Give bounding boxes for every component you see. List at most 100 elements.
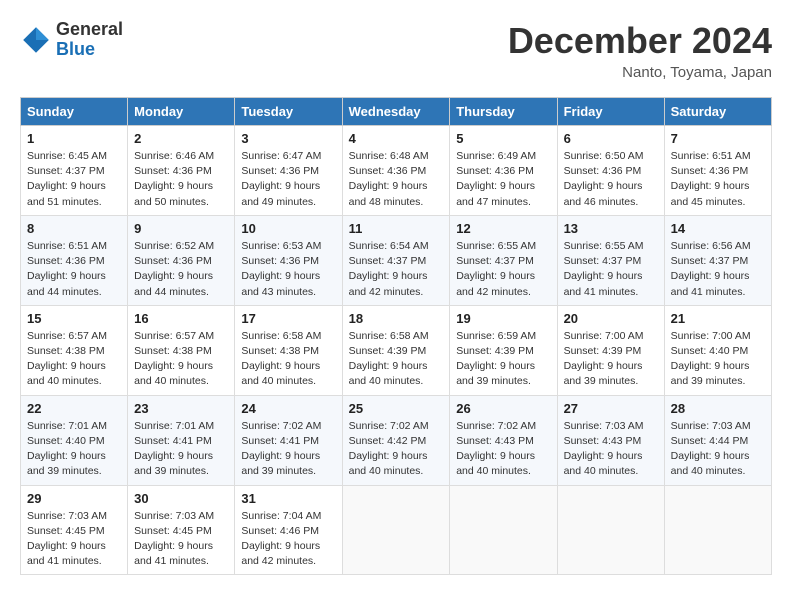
day-info: Sunrise: 6:46 AMSunset: 4:36 PMDaylight:… xyxy=(134,149,228,210)
day-info: Sunrise: 6:53 AMSunset: 4:36 PMDaylight:… xyxy=(241,239,335,300)
day-info: Sunrise: 6:49 AMSunset: 4:36 PMDaylight:… xyxy=(456,149,550,210)
day-number: 18 xyxy=(349,311,444,326)
day-info: Sunrise: 7:03 AMSunset: 4:44 PMDaylight:… xyxy=(671,419,765,480)
day-number: 17 xyxy=(241,311,335,326)
day-number: 6 xyxy=(564,131,658,146)
calendar-day-cell: 10 Sunrise: 6:53 AMSunset: 4:36 PMDayligh… xyxy=(235,215,342,305)
weekday-header: Friday xyxy=(557,98,664,126)
calendar-week-row: 1 Sunrise: 6:45 AMSunset: 4:37 PMDaylight… xyxy=(21,126,772,216)
day-number: 20 xyxy=(564,311,658,326)
day-number: 23 xyxy=(134,401,228,416)
day-number: 19 xyxy=(456,311,550,326)
calendar-week-row: 8Sunrise: 6:51 AMSunset: 4:36 PMDaylight… xyxy=(21,215,772,305)
calendar-day-cell: 17Sunrise: 6:58 AMSunset: 4:38 PMDayligh… xyxy=(235,305,342,395)
calendar-day-cell: 18 Sunrise: 6:58 AMSunset: 4:39 PMDayligh… xyxy=(342,305,450,395)
calendar-day-cell: 30Sunrise: 7:03 AMSunset: 4:45 PMDayligh… xyxy=(128,485,235,575)
calendar-header-row: SundayMondayTuesdayWednesdayThursdayFrid… xyxy=(21,98,772,126)
weekday-header: Tuesday xyxy=(235,98,342,126)
calendar-day-cell: 24 Sunrise: 7:02 AMSunset: 4:41 PMDayligh… xyxy=(235,395,342,485)
calendar-day-cell: 7Sunrise: 6:51 AMSunset: 4:36 PMDaylight… xyxy=(664,126,771,216)
logo: General Blue xyxy=(20,20,123,60)
page-header: General Blue December 2024 Nanto, Toyama… xyxy=(20,20,772,81)
day-number: 3 xyxy=(241,131,335,146)
day-info: Sunrise: 6:57 AMSunset: 4:38 PMDaylight:… xyxy=(134,329,228,390)
calendar-day-cell: 15 Sunrise: 6:57 AMSunset: 4:38 PMDayligh… xyxy=(21,305,128,395)
calendar-day-cell: 16 Sunrise: 6:57 AMSunset: 4:38 PMDayligh… xyxy=(128,305,235,395)
calendar-week-row: 29 Sunrise: 7:03 AMSunset: 4:45 PMDayligh… xyxy=(21,485,772,575)
day-info: Sunrise: 6:59 AMSunset: 4:39 PMDaylight:… xyxy=(456,329,550,390)
calendar-day-cell: 14Sunrise: 6:56 AMSunset: 4:37 PMDayligh… xyxy=(664,215,771,305)
day-number: 26 xyxy=(456,401,550,416)
day-number: 10 xyxy=(241,221,335,236)
calendar-day-cell: 4 Sunrise: 6:48 AMSunset: 4:36 PMDaylight… xyxy=(342,126,450,216)
day-info: Sunrise: 7:03 AMSunset: 4:43 PMDaylight:… xyxy=(564,419,658,480)
day-number: 25 xyxy=(349,401,444,416)
day-info: Sunrise: 7:00 AMSunset: 4:39 PMDaylight:… xyxy=(564,329,658,390)
day-number: 27 xyxy=(564,401,658,416)
day-number: 16 xyxy=(134,311,228,326)
day-number: 24 xyxy=(241,401,335,416)
calendar-day-cell: 28Sunrise: 7:03 AMSunset: 4:44 PMDayligh… xyxy=(664,395,771,485)
logo-icon xyxy=(20,24,52,56)
calendar-table: SundayMondayTuesdayWednesdayThursdayFrid… xyxy=(20,97,772,575)
location: Nanto, Toyama, Japan xyxy=(508,64,772,81)
day-info: Sunrise: 7:04 AMSunset: 4:46 PMDaylight:… xyxy=(241,509,335,570)
day-info: Sunrise: 7:02 AMSunset: 4:41 PMDaylight:… xyxy=(241,419,335,480)
calendar-day-cell: 5 Sunrise: 6:49 AMSunset: 4:36 PMDaylight… xyxy=(450,126,557,216)
weekday-header: Thursday xyxy=(450,98,557,126)
day-number: 30 xyxy=(134,491,228,506)
day-number: 11 xyxy=(349,221,444,236)
empty-cell xyxy=(664,485,771,575)
day-info: Sunrise: 6:45 AMSunset: 4:37 PMDaylight:… xyxy=(27,149,121,210)
calendar-day-cell: 12 Sunrise: 6:55 AMSunset: 4:37 PMDayligh… xyxy=(450,215,557,305)
day-info: Sunrise: 7:00 AMSunset: 4:40 PMDaylight:… xyxy=(671,329,765,390)
day-info: Sunrise: 6:58 AMSunset: 4:39 PMDaylight:… xyxy=(349,329,444,390)
day-info: Sunrise: 6:55 AMSunset: 4:37 PMDaylight:… xyxy=(456,239,550,300)
day-number: 12 xyxy=(456,221,550,236)
calendar-day-cell: 29 Sunrise: 7:03 AMSunset: 4:45 PMDayligh… xyxy=(21,485,128,575)
day-number: 22 xyxy=(27,401,121,416)
empty-cell xyxy=(342,485,450,575)
day-info: Sunrise: 6:48 AMSunset: 4:36 PMDaylight:… xyxy=(349,149,444,210)
weekday-header: Wednesday xyxy=(342,98,450,126)
calendar-week-row: 15 Sunrise: 6:57 AMSunset: 4:38 PMDayligh… xyxy=(21,305,772,395)
calendar-day-cell: 21 Sunrise: 7:00 AMSunset: 4:40 PMDayligh… xyxy=(664,305,771,395)
calendar-day-cell: 11Sunrise: 6:54 AMSunset: 4:37 PMDayligh… xyxy=(342,215,450,305)
day-info: Sunrise: 6:50 AMSunset: 4:36 PMDaylight:… xyxy=(564,149,658,210)
calendar-day-cell: 22Sunrise: 7:01 AMSunset: 4:40 PMDayligh… xyxy=(21,395,128,485)
day-number: 4 xyxy=(349,131,444,146)
weekday-header: Sunday xyxy=(21,98,128,126)
calendar-day-cell: 3 Sunrise: 6:47 AMSunset: 4:36 PMDaylight… xyxy=(235,126,342,216)
day-info: Sunrise: 7:02 AMSunset: 4:42 PMDaylight:… xyxy=(349,419,444,480)
day-info: Sunrise: 7:03 AMSunset: 4:45 PMDaylight:… xyxy=(27,509,121,570)
day-number: 1 xyxy=(27,131,121,146)
day-info: Sunrise: 6:52 AMSunset: 4:36 PMDaylight:… xyxy=(134,239,228,300)
calendar-day-cell: 6 Sunrise: 6:50 AMSunset: 4:36 PMDaylight… xyxy=(557,126,664,216)
calendar-day-cell: 23 Sunrise: 7:01 AMSunset: 4:41 PMDayligh… xyxy=(128,395,235,485)
calendar-day-cell: 13Sunrise: 6:55 AMSunset: 4:37 PMDayligh… xyxy=(557,215,664,305)
calendar-day-cell: 8Sunrise: 6:51 AMSunset: 4:36 PMDaylight… xyxy=(21,215,128,305)
day-info: Sunrise: 6:55 AMSunset: 4:37 PMDaylight:… xyxy=(564,239,658,300)
calendar-day-cell: 20 Sunrise: 7:00 AMSunset: 4:39 PMDayligh… xyxy=(557,305,664,395)
calendar-day-cell: 26 Sunrise: 7:02 AMSunset: 4:43 PMDayligh… xyxy=(450,395,557,485)
day-info: Sunrise: 6:57 AMSunset: 4:38 PMDaylight:… xyxy=(27,329,121,390)
logo-text: General Blue xyxy=(56,20,123,60)
day-info: Sunrise: 6:56 AMSunset: 4:37 PMDaylight:… xyxy=(671,239,765,300)
title-block: December 2024 Nanto, Toyama, Japan xyxy=(508,20,772,81)
day-info: Sunrise: 7:02 AMSunset: 4:43 PMDaylight:… xyxy=(456,419,550,480)
empty-cell xyxy=(450,485,557,575)
day-number: 15 xyxy=(27,311,121,326)
calendar-day-cell: 27 Sunrise: 7:03 AMSunset: 4:43 PMDayligh… xyxy=(557,395,664,485)
calendar-day-cell: 9Sunrise: 6:52 AMSunset: 4:36 PMDaylight… xyxy=(128,215,235,305)
day-number: 21 xyxy=(671,311,765,326)
day-number: 2 xyxy=(134,131,228,146)
day-info: Sunrise: 6:47 AMSunset: 4:36 PMDaylight:… xyxy=(241,149,335,210)
weekday-header: Saturday xyxy=(664,98,771,126)
calendar-day-cell: 25 Sunrise: 7:02 AMSunset: 4:42 PMDayligh… xyxy=(342,395,450,485)
day-number: 5 xyxy=(456,131,550,146)
day-info: Sunrise: 7:01 AMSunset: 4:41 PMDaylight:… xyxy=(134,419,228,480)
day-number: 29 xyxy=(27,491,121,506)
day-number: 7 xyxy=(671,131,765,146)
calendar-day-cell: 31Sunrise: 7:04 AMSunset: 4:46 PMDayligh… xyxy=(235,485,342,575)
day-info: Sunrise: 6:51 AMSunset: 4:36 PMDaylight:… xyxy=(27,239,121,300)
